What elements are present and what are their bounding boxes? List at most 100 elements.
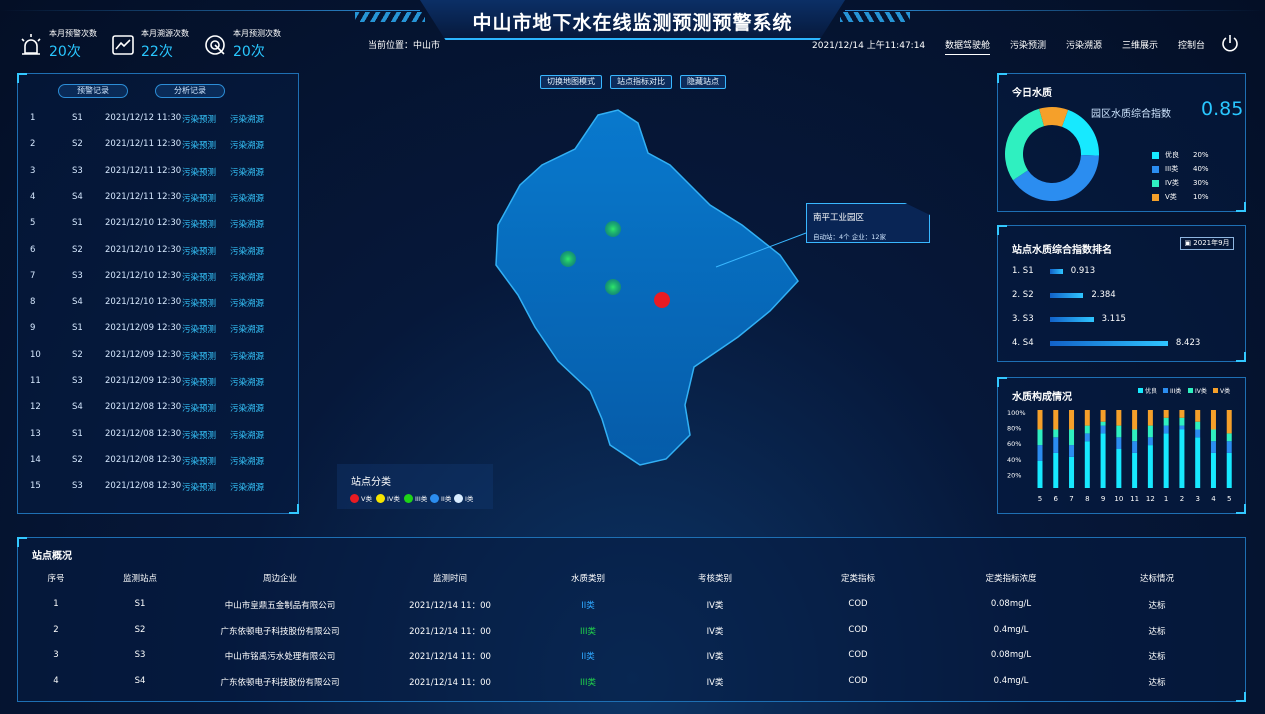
table-header-cell: 定类指标 <box>840 574 875 584</box>
legend-label: 优良 <box>1165 151 1179 159</box>
alarm-light-icon <box>18 32 44 58</box>
x-tick-label: 8 <box>1085 495 1089 503</box>
record-trace-link[interactable]: 污染溯源 <box>230 166 264 178</box>
y-tick-label: 80% <box>1007 425 1021 433</box>
power-icon[interactable] <box>1220 33 1240 53</box>
stacked-bar-segment <box>1132 452 1138 488</box>
stacked-bar-segment <box>1195 437 1201 488</box>
record-predict-link[interactable]: 污染预测 <box>182 297 216 309</box>
record-row: 10 S2 2021/12/09 12:30 污染预测 污染溯源 <box>20 350 300 364</box>
record-trace-link[interactable]: 污染溯源 <box>230 481 264 493</box>
record-trace-link[interactable]: 污染溯源 <box>230 376 264 388</box>
record-time: 2021/12/08 12:30 <box>105 454 182 465</box>
park-index-value: 0.85 <box>1201 98 1244 120</box>
record-trace-link[interactable]: 污染溯源 <box>230 402 264 414</box>
table-cell-company: 中山市皇鼎五金制品有限公司 <box>224 601 336 611</box>
nav-dashboard[interactable]: 数据驾驶舱 <box>945 38 991 55</box>
record-trace-link[interactable]: 污染溯源 <box>230 350 264 362</box>
record-predict-link[interactable]: 污染预测 <box>182 429 216 441</box>
site-classification-legend: 站点分类 V类 IV类 III类 II类 I类 <box>337 464 493 509</box>
record-trace-link[interactable]: 污染溯源 <box>230 455 264 467</box>
legend-swatch <box>1188 388 1193 393</box>
record-row: 2 S2 2021/12/11 12:30 污染预测 污染溯源 <box>20 139 300 153</box>
record-predict-link[interactable]: 污染预测 <box>182 350 216 362</box>
legend-value: 40% <box>1193 165 1209 173</box>
record-no: 14 <box>30 454 41 465</box>
record-trace-link[interactable]: 污染溯源 <box>230 245 264 257</box>
record-predict-link[interactable]: 污染预测 <box>182 455 216 467</box>
record-no: 12 <box>30 402 41 413</box>
record-predict-link[interactable]: 污染预测 <box>182 376 216 388</box>
ranking-date-picker[interactable]: ▣ 2021年9月 <box>1180 237 1234 250</box>
x-tick-label: 4 <box>1211 495 1216 503</box>
record-trace-link[interactable]: 污染溯源 <box>230 429 264 441</box>
nav-3d-view[interactable]: 三维展示 <box>1122 38 1158 51</box>
table-cell-assess: IV类 <box>706 677 724 688</box>
y-tick-label: 40% <box>1007 456 1021 464</box>
record-time: 2021/12/09 12:30 <box>105 323 182 334</box>
record-predict-link[interactable]: 污染预测 <box>182 402 216 414</box>
rank-bar <box>1050 341 1168 346</box>
composition-legend-item: 优良 <box>1138 386 1157 395</box>
record-trace-link[interactable]: 污染溯源 <box>230 218 264 230</box>
x-tick-label: 3 <box>1195 495 1199 503</box>
record-predict-link[interactable]: 污染预测 <box>182 166 216 178</box>
stacked-bar-segment <box>1053 437 1059 453</box>
record-predict-link[interactable]: 污染预测 <box>182 271 216 283</box>
stacked-bar-segment <box>1116 410 1122 426</box>
switch-map-mode-button[interactable]: 切换地图模式 <box>540 75 602 89</box>
region-map[interactable] <box>480 105 820 475</box>
legend-swatch <box>1152 165 1159 173</box>
record-trace-link[interactable]: 污染溯源 <box>230 271 264 283</box>
table-cell-time: 2021/12/14 11：00 <box>409 652 491 662</box>
legend-label: V类 <box>1220 388 1231 395</box>
record-site: S3 <box>72 165 83 176</box>
record-trace-link[interactable]: 污染溯源 <box>230 192 264 204</box>
donut-slice <box>1005 108 1045 181</box>
record-trace-link[interactable]: 污染溯源 <box>230 297 264 309</box>
record-predict-link[interactable]: 污染预测 <box>182 192 216 204</box>
sites-title: 站点概况 <box>32 551 72 562</box>
record-trace-link[interactable]: 污染溯源 <box>230 139 264 151</box>
nav-console[interactable]: 控制台 <box>1178 38 1205 51</box>
table-cell-time: 2021/12/14 11：00 <box>409 601 491 611</box>
legend-label: II类 <box>441 495 452 503</box>
stacked-bar-segment <box>1037 445 1043 461</box>
record-row: 11 S3 2021/12/09 12:30 污染预测 污染溯源 <box>20 376 300 390</box>
stacked-bar-segment <box>1179 410 1185 418</box>
stacked-bar-segment <box>1163 425 1169 434</box>
stacked-bar-segment <box>1116 437 1122 449</box>
table-header-cell: 监测时间 <box>432 574 467 584</box>
record-predict-link[interactable]: 污染预测 <box>182 218 216 230</box>
tab-analysis-records[interactable]: 分析记录 <box>155 84 225 98</box>
stacked-bar-segment <box>1053 429 1059 438</box>
legend-label: V类 <box>1165 193 1177 201</box>
trend-chart-icon <box>110 32 136 58</box>
stacked-bar-segment <box>1037 460 1043 488</box>
record-predict-link[interactable]: 污染预测 <box>182 323 216 335</box>
record-time: 2021/12/10 12:30 <box>105 218 182 229</box>
record-predict-link[interactable]: 污染预测 <box>182 481 216 493</box>
nav-pollution-predict[interactable]: 污染预测 <box>1010 38 1046 51</box>
record-row: 4 S4 2021/12/11 12:30 污染预测 污染溯源 <box>20 192 300 206</box>
record-trace-link[interactable]: 污染溯源 <box>230 323 264 335</box>
rank-value: 0.913 <box>1070 266 1096 276</box>
nav-pollution-trace[interactable]: 污染溯源 <box>1066 38 1102 51</box>
compare-site-indicators-button[interactable]: 站点指标对比 <box>610 75 672 89</box>
stacked-bar-segment <box>1179 417 1185 426</box>
record-predict-link[interactable]: 污染预测 <box>182 113 216 125</box>
record-predict-link[interactable]: 污染预测 <box>182 245 216 257</box>
record-trace-link[interactable]: 污染溯源 <box>230 113 264 125</box>
record-no: 1 <box>30 113 36 123</box>
record-time: 2021/12/08 12:30 <box>105 481 182 492</box>
record-row: 9 S1 2021/12/09 12:30 污染预测 污染溯源 <box>20 323 300 337</box>
record-predict-link[interactable]: 污染预测 <box>182 139 216 151</box>
stat-label: 本月预测次数 <box>233 29 281 38</box>
hide-sites-button[interactable]: 隐藏站点 <box>680 75 726 89</box>
stacked-bar-segment <box>1069 445 1075 457</box>
tab-warning-records[interactable]: 预警记录 <box>58 84 128 98</box>
record-site: S4 <box>72 191 83 202</box>
record-time: 2021/12/12 11:30 <box>105 113 182 123</box>
legend-swatch <box>1163 388 1168 393</box>
x-tick-label: 7 <box>1069 495 1073 503</box>
